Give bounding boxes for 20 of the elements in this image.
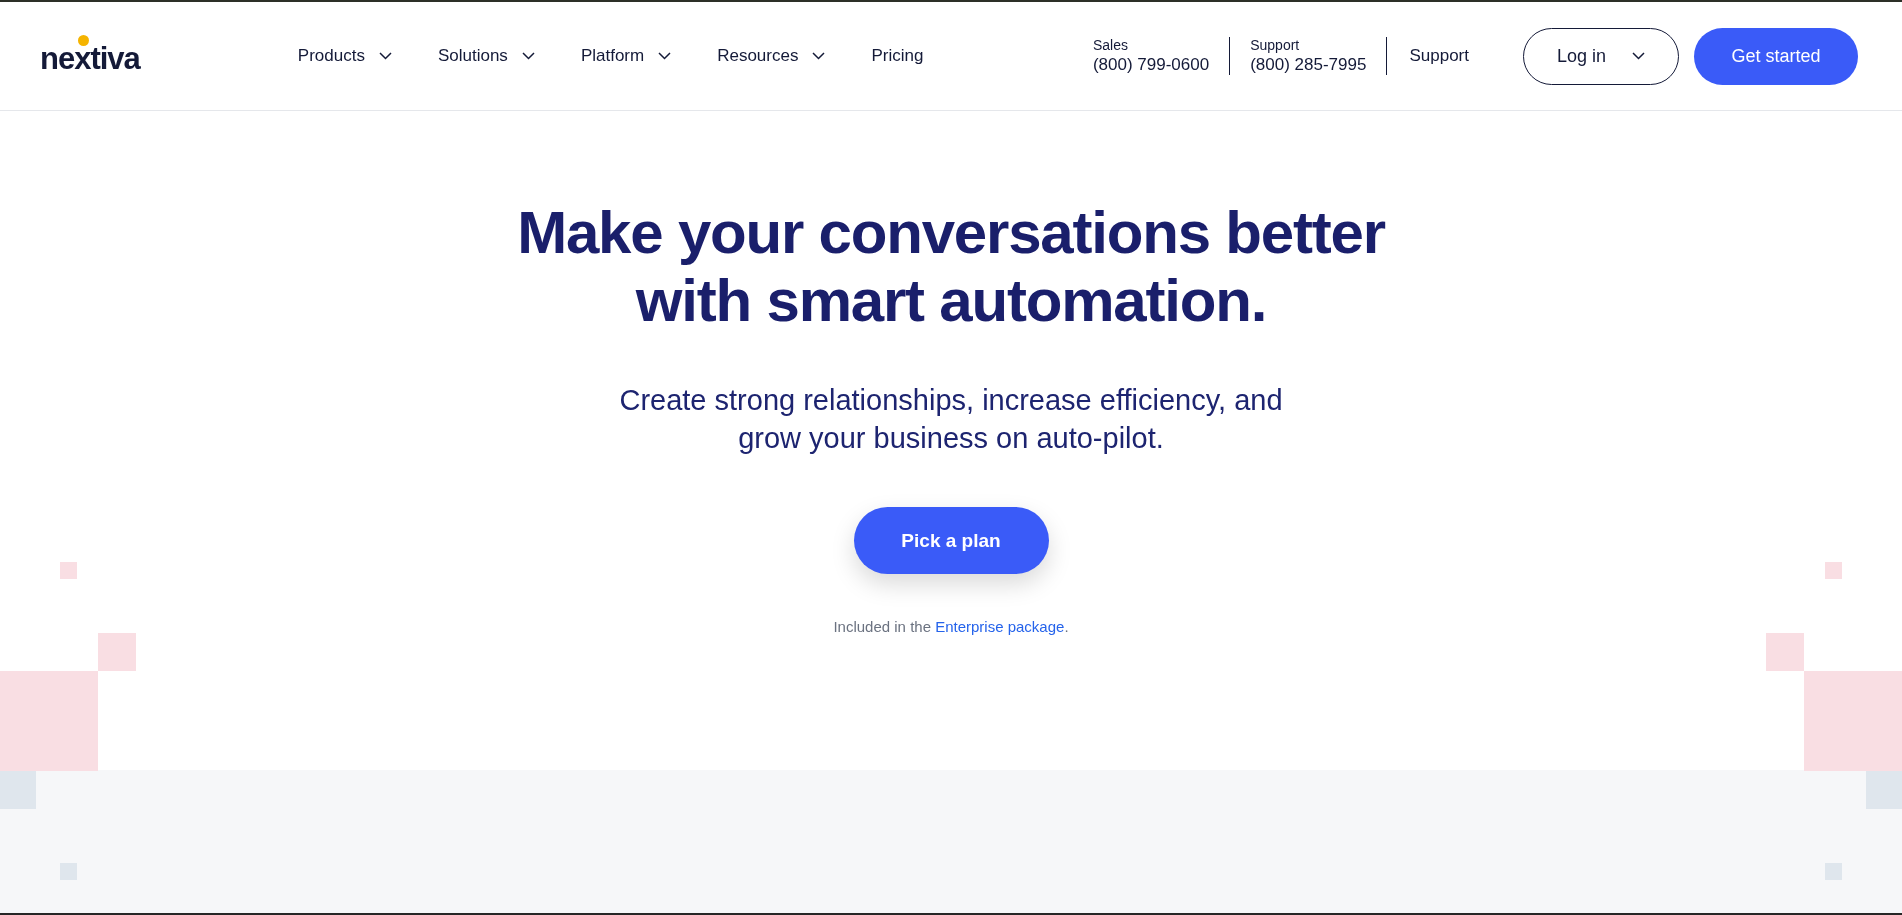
enterprise-link[interactable]: Enterprise package	[935, 618, 1065, 635]
contact-label: Support	[1250, 36, 1301, 55]
nav-link[interactable]: Resources	[717, 38, 826, 74]
nav-link[interactable]: Solutions	[437, 38, 535, 74]
phone-number: (800) 285-7995	[1250, 54, 1367, 76]
hero-headline: Make your conversations better with smart automation.	[517, 199, 1385, 335]
support-link[interactable]: Support	[1409, 46, 1469, 66]
package-note: Included in the Enterprise package.	[833, 618, 1069, 635]
hero-subtitle: Create strong relationships, increase efficiency, and grow your business on auto-pilot.	[619, 383, 1283, 456]
nav-link[interactable]: Products	[297, 38, 392, 74]
pick-plan-button[interactable]: Pick a plan	[853, 507, 1049, 574]
nav-link[interactable]: Platform	[580, 38, 672, 74]
phone-contact[interactable]: Support (800) 285-7995	[1250, 36, 1388, 76]
login-button[interactable]: Log in	[1523, 27, 1679, 85]
contact-label: Sales	[1092, 36, 1129, 55]
phone-number: (800) 799-0600	[1092, 54, 1210, 76]
nav-link[interactable]: Pricing	[871, 38, 924, 74]
logo[interactable]: nextiva	[40, 35, 140, 77]
get-started-button[interactable]: Get started	[1694, 27, 1858, 85]
phone-contact[interactable]: Sales (800) 799-0600	[1092, 36, 1231, 76]
